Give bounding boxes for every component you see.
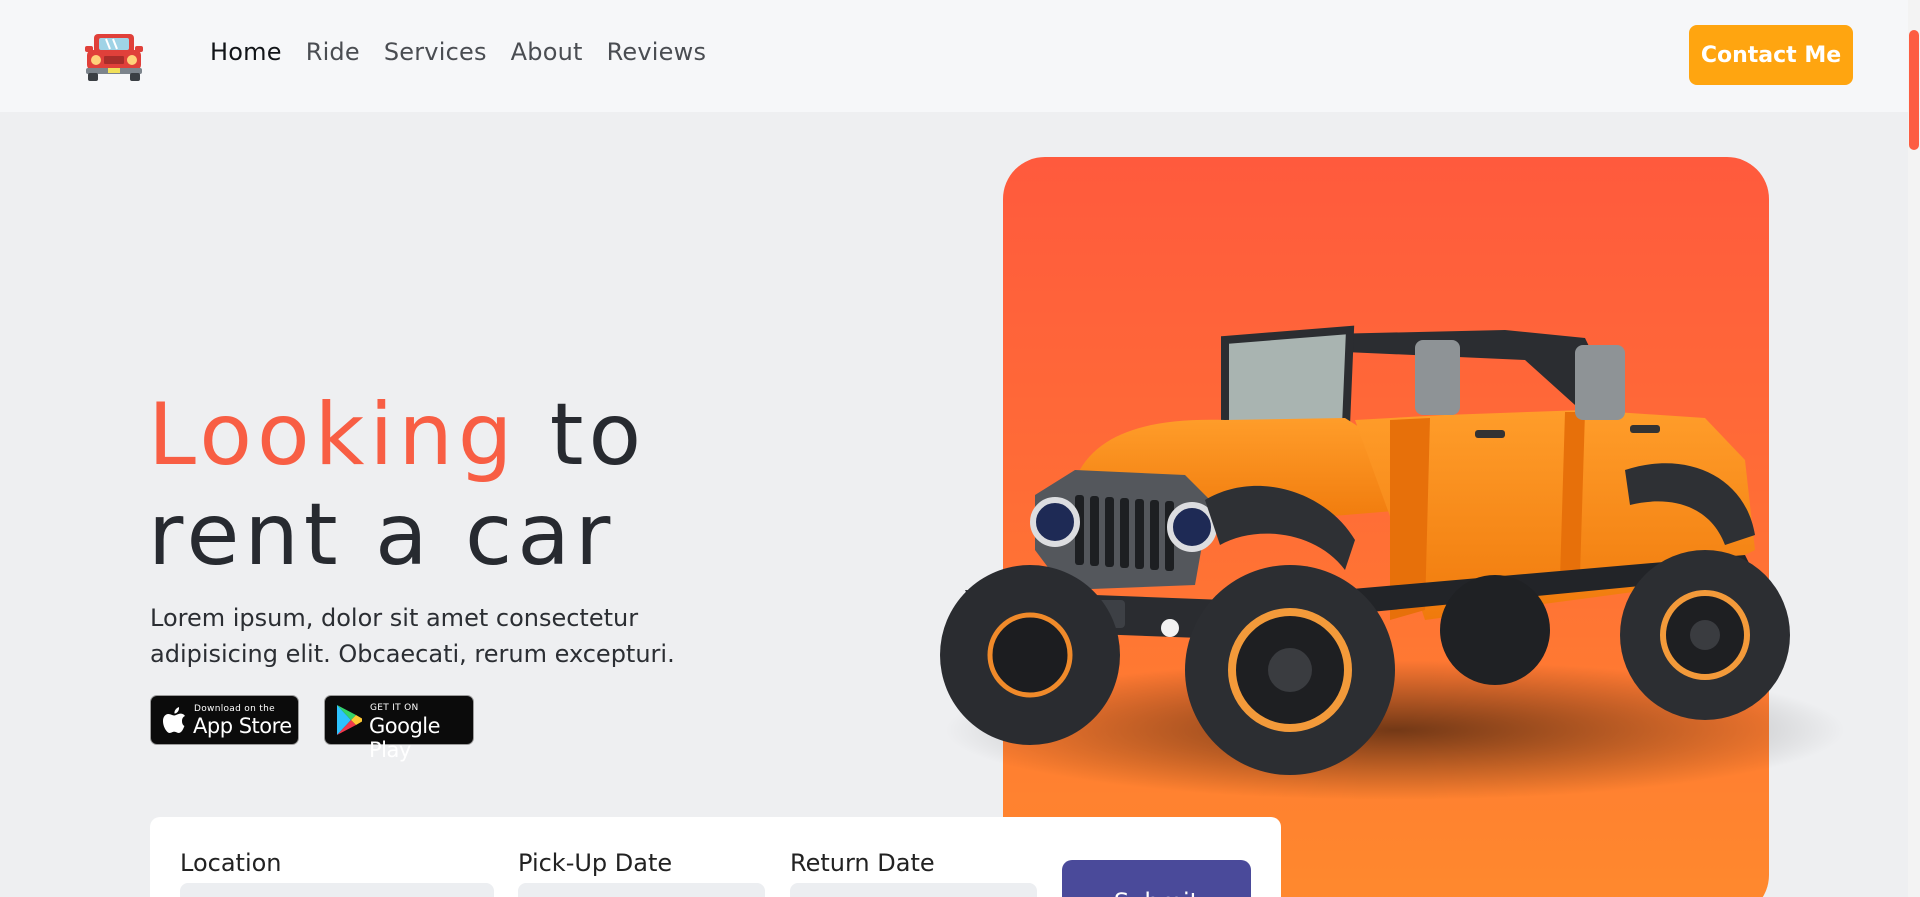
hero-title: Looking to rent a car: [148, 385, 646, 585]
orange-jeep-image: [940, 325, 1845, 800]
nav-link-about[interactable]: About: [511, 38, 583, 66]
nav-link-services[interactable]: Services: [384, 38, 487, 66]
app-store-badge[interactable]: Download on the App Store: [150, 695, 299, 745]
main-nav: Home Ride Services About Reviews: [210, 38, 706, 66]
google-play-big-text: Google Play: [369, 714, 441, 762]
hero-title-rest: to: [549, 385, 647, 485]
google-play-badge[interactable]: GET IT ON Google Play: [324, 695, 474, 762]
scrollbar-thumb[interactable]: [1909, 30, 1919, 150]
location-input[interactable]: [180, 883, 494, 897]
nav-link-home[interactable]: Home: [210, 38, 282, 66]
google-play-small-text: GET IT ON: [370, 703, 419, 713]
app-store-small-text: Download on the: [194, 704, 275, 714]
nav-link-ride[interactable]: Ride: [306, 38, 360, 66]
location-label: Location: [180, 849, 282, 877]
return-date-input[interactable]: [790, 883, 1037, 897]
hero-description: Lorem ipsum, dolor sit amet consectetur …: [150, 604, 675, 668]
contact-me-button[interactable]: Contact Me: [1689, 25, 1853, 85]
pickup-date-label: Pick-Up Date: [518, 849, 673, 877]
pickup-date-input[interactable]: [518, 883, 765, 897]
jeep-logo-icon[interactable]: [84, 30, 144, 82]
play-store-icon: [337, 705, 362, 735]
hero-title-line2: rent a car: [148, 485, 616, 585]
scrollbar[interactable]: [1908, 0, 1920, 897]
navbar: Home Ride Services About Reviews Contact…: [0, 0, 1908, 112]
submit-button[interactable]: Submit: [1062, 860, 1251, 897]
nav-link-reviews[interactable]: Reviews: [607, 38, 707, 66]
hero-title-accent: Looking: [148, 385, 518, 485]
apple-icon: [163, 707, 185, 733]
app-store-big-text: App Store: [193, 714, 292, 738]
return-date-label: Return Date: [790, 849, 935, 877]
